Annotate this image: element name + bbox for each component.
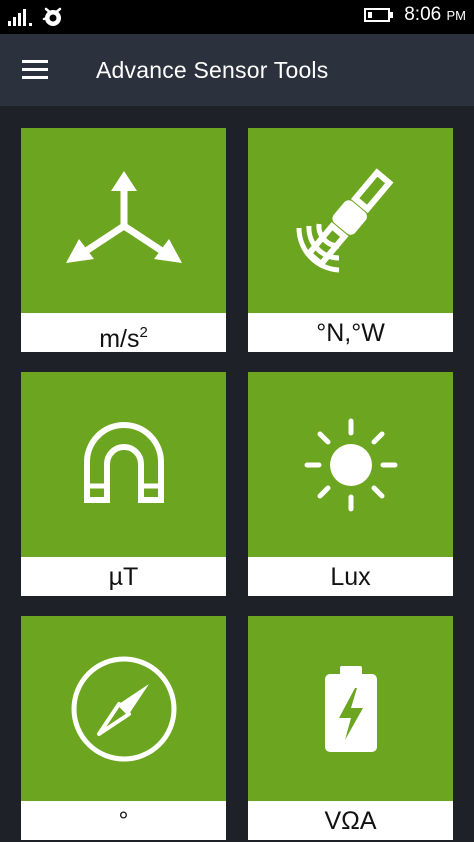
tile-label: °N,°W (248, 313, 453, 352)
axes-icon (65, 170, 182, 263)
app-title: Advance Sensor Tools (96, 57, 329, 83)
magnet-icon (83, 421, 164, 503)
menu-button[interactable] (22, 56, 52, 84)
tile-label: m/s2 (21, 313, 226, 353)
avast-icon (42, 7, 62, 26)
tile-battery[interactable]: VΩA (248, 616, 453, 840)
satellite-icon (295, 167, 393, 272)
tile-accelerometer[interactable]: m/s2 (21, 128, 226, 353)
tile-label: Lux (248, 557, 453, 596)
tile-magnetometer[interactable]: µT (21, 372, 226, 596)
tile-compass[interactable]: ° (21, 616, 226, 840)
battery-charging-icon (324, 665, 377, 752)
status-bar: 8:06 PM (0, 0, 474, 34)
tile-label: VΩA (248, 801, 453, 840)
tile-light[interactable]: Lux (248, 372, 453, 596)
tile-label: ° (21, 801, 226, 840)
sun-icon (304, 418, 397, 511)
tile-gps[interactable]: °N,°W (248, 128, 453, 352)
signal-icon (8, 9, 32, 26)
compass-icon (71, 656, 176, 761)
status-clock: 8:06 PM (404, 4, 466, 25)
battery-icon (364, 8, 394, 22)
tile-label: µT (21, 557, 226, 596)
app-bar: Advance Sensor Tools (0, 34, 474, 106)
hamburger-menu-icon (22, 60, 48, 79)
